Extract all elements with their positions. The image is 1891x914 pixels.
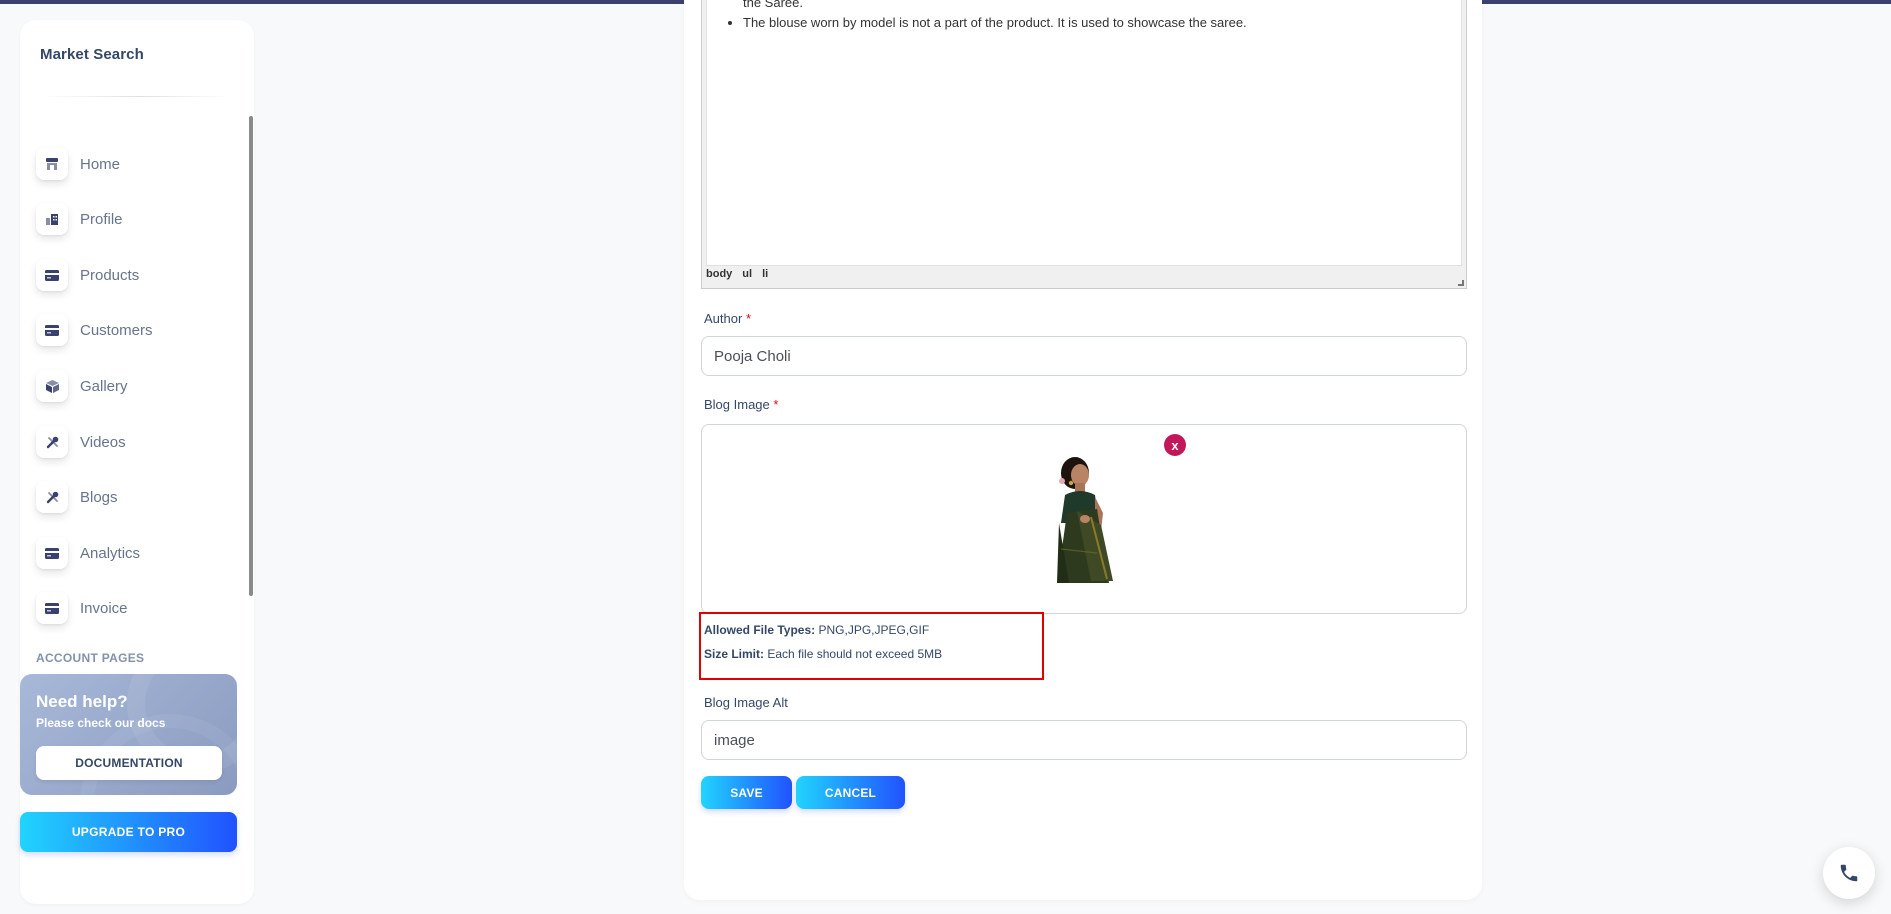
credit-card-icon (36, 592, 68, 624)
sidebar-item-customers[interactable]: Customers (36, 309, 236, 351)
editor-status-path: body ul li (706, 268, 768, 280)
blog-image-alt-input[interactable]: image (701, 720, 1467, 760)
brand-divider (40, 96, 234, 97)
sidebar-item-label: Videos (80, 433, 126, 451)
sidebar-item-analytics[interactable]: Analytics (36, 532, 236, 574)
sidebar-item-gallery[interactable]: Gallery (36, 365, 236, 407)
author-label-text: Author (704, 311, 743, 326)
help-title: Need help? (36, 692, 128, 711)
help-subtitle: Please check our docs (36, 716, 166, 730)
blog-form-card: the Saree. The blouse worn by model is n… (684, 0, 1482, 900)
allowed-file-types-label: Allowed File Types: (704, 623, 816, 637)
section-title-account-pages: ACCOUNT PAGES (36, 651, 145, 665)
sidebar-item-invoice[interactable]: Invoice (36, 587, 236, 629)
author-input-value: Pooja Choli (714, 347, 791, 365)
status-path-ul[interactable]: ul (742, 268, 752, 280)
sidebar-item-label: Analytics (80, 544, 141, 562)
credit-card-icon (36, 537, 68, 569)
sidebar-item-label: Invoice (80, 599, 128, 617)
upgrade-to-pro-button[interactable]: UPGRADE TO PRO (20, 812, 237, 852)
editor-bullet-list: the Saree. The blouse worn by model is n… (743, 0, 1443, 33)
blog-image-label: Blog Image * (704, 397, 778, 412)
save-button[interactable]: SAVE (701, 776, 792, 809)
credit-card-icon (36, 314, 68, 346)
sidebar-item-profile[interactable]: Profile (36, 198, 236, 240)
sidebar-item-label: Profile (80, 210, 123, 228)
sidebar-item-label: Gallery (80, 377, 128, 395)
help-card: Need help? Please check our docs DOCUMEN… (20, 674, 237, 795)
sidebar-item-blogs[interactable]: Blogs (36, 476, 236, 518)
sidebar-item-videos[interactable]: Videos (36, 421, 236, 463)
rich-text-editor: the Saree. The blouse worn by model is n… (701, 0, 1467, 289)
file-requirements-box: Allowed File Types: PNG,JPG,JPEG,GIF Siz… (699, 612, 1044, 680)
brand-name[interactable]: Market Search (40, 46, 144, 63)
author-label: Author * (704, 311, 751, 326)
size-limit-value: Each file should not exceed 5MB (767, 647, 943, 661)
status-path-body[interactable]: body (706, 268, 732, 280)
required-mark: * (773, 397, 779, 412)
allowed-file-types: Allowed File Types: PNG,JPG,JPEG,GIF (704, 623, 929, 637)
sidebar-item-home[interactable]: Home (36, 143, 236, 185)
settings-tools-icon (36, 481, 68, 513)
phone-icon (1840, 864, 1858, 882)
editor-list-item: The blouse worn by model is not a part o… (743, 13, 1443, 33)
size-limit: Size Limit: Each file should not exceed … (704, 647, 942, 661)
size-limit-label: Size Limit: (704, 647, 765, 661)
documentation-button[interactable]: DOCUMENTATION (36, 746, 222, 780)
call-support-button[interactable] (1823, 847, 1875, 899)
editor-resize-handle[interactable] (1458, 280, 1464, 286)
remove-image-button[interactable]: x (1164, 434, 1186, 456)
sidebar-item-products[interactable]: Products (36, 254, 236, 296)
required-mark: * (745, 311, 751, 326)
sidebar: Market Search Home Profile Products Cust… (20, 20, 254, 904)
credit-card-icon (36, 259, 68, 291)
allowed-file-types-value: PNG,JPG,JPEG,GIF (818, 623, 930, 637)
sidebar-item-label: Products (80, 266, 140, 284)
editor-list-item: the Saree. (743, 0, 803, 10)
sidebar-item-label: Home (80, 155, 121, 173)
author-input[interactable]: Pooja Choli (701, 336, 1467, 376)
office-icon (36, 203, 68, 235)
blog-image-label-text: Blog Image (704, 397, 770, 412)
sidebar-scrollbar[interactable] (249, 116, 253, 596)
shop-icon (36, 148, 68, 180)
sidebar-item-label: Blogs (80, 488, 118, 506)
sidebar-item-label: Customers (80, 321, 153, 339)
settings-tools-icon (36, 426, 68, 458)
box-icon (36, 370, 68, 402)
blog-image-alt-value: image (714, 731, 755, 749)
blog-image-alt-label: Blog Image Alt (704, 695, 788, 710)
editor-content-area[interactable]: the Saree. The blouse worn by model is n… (706, 0, 1462, 266)
status-path-li[interactable]: li (762, 268, 768, 280)
blog-image-preview (1057, 457, 1113, 583)
blog-image-dropzone[interactable]: x (701, 424, 1467, 614)
cancel-button[interactable]: CANCEL (796, 776, 905, 809)
